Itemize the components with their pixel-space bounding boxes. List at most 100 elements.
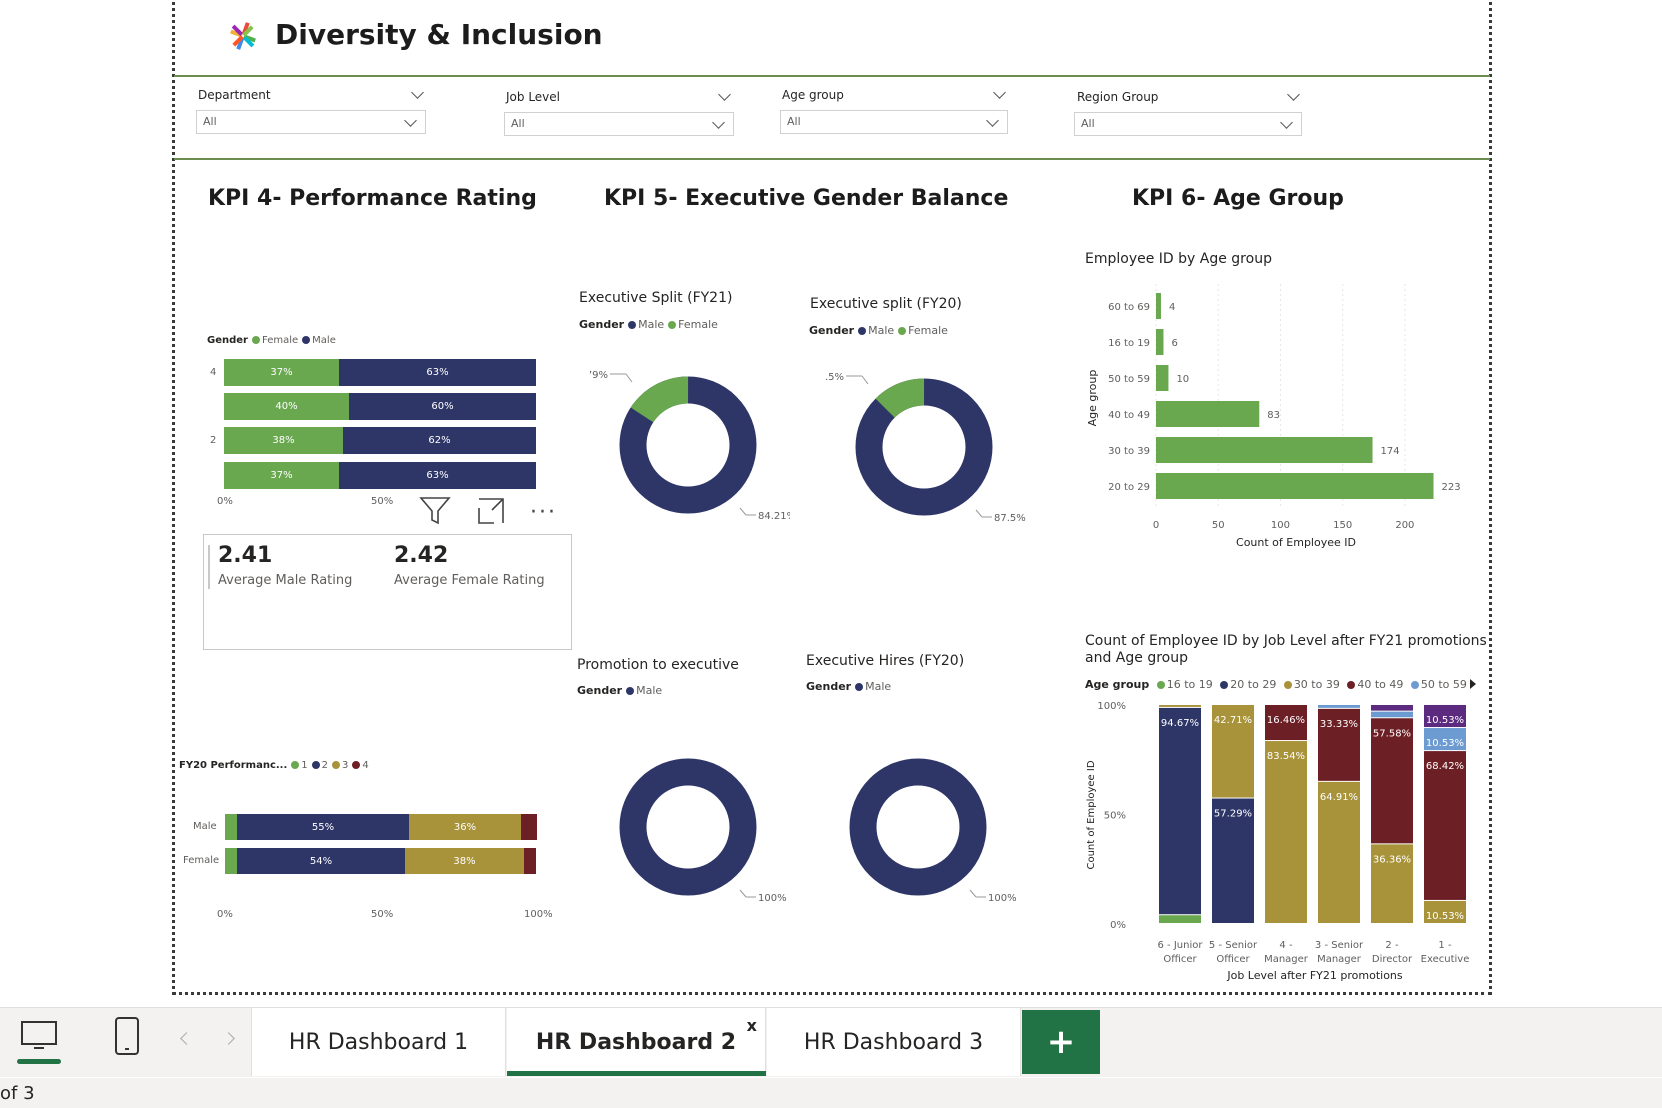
x-tick-label: Officer bbox=[1163, 954, 1197, 965]
perf-legend: FY20 Performanc... 1 2 3 4 bbox=[179, 760, 369, 771]
leader-line bbox=[739, 507, 747, 516]
rating-card: 2.41 Average Male Rating 2.42 Average Fe… bbox=[203, 534, 572, 650]
tab-hr-dashboard-3[interactable]: HR Dashboard 3 bbox=[767, 1008, 1021, 1076]
value-label: 6 bbox=[1171, 338, 1177, 349]
kpi6-title: KPI 6- Age Group bbox=[1132, 186, 1344, 211]
donut-chart: 100% bbox=[849, 758, 1017, 904]
segment-label: 64.91% bbox=[1320, 792, 1358, 803]
male-segment: 63% bbox=[339, 359, 536, 386]
slicer-label: Job Level bbox=[506, 90, 560, 104]
legend-next-icon[interactable] bbox=[1470, 679, 1476, 689]
slicer-value: All bbox=[1081, 117, 1095, 130]
x-tick-label: Officer bbox=[1216, 954, 1250, 965]
legend-item: 30 to 39 bbox=[1293, 678, 1340, 691]
legend-dot bbox=[858, 327, 867, 335]
y-tick-label: 60 to 69 bbox=[1108, 302, 1150, 313]
chart-legend: Gender Male bbox=[577, 684, 662, 697]
legend-item: Male bbox=[865, 680, 892, 693]
add-page-button[interactable]: + bbox=[1022, 1010, 1100, 1074]
filter-icon[interactable] bbox=[418, 494, 452, 528]
more-options-icon[interactable]: ··· bbox=[530, 500, 564, 525]
legend-dot bbox=[1220, 681, 1229, 689]
legend-title: Age group bbox=[1085, 678, 1150, 691]
tab-label: HR Dashboard 2 bbox=[535, 1029, 737, 1055]
value-label: 174 bbox=[1381, 446, 1400, 457]
chart-title: Count of Employee ID by Job Level after … bbox=[1085, 633, 1487, 649]
value-label: 4 bbox=[1169, 302, 1175, 313]
plus-icon: + bbox=[1046, 1022, 1076, 1062]
row-label: 2 bbox=[210, 435, 217, 446]
slicer-divider bbox=[174, 158, 1490, 160]
chevron-down-icon bbox=[1280, 116, 1293, 129]
legend-item: Female bbox=[678, 318, 718, 331]
legend-dot bbox=[1283, 681, 1292, 689]
legend-item: Female bbox=[908, 324, 948, 337]
slicer-dropdown[interactable]: All bbox=[196, 110, 426, 134]
axis-tick: 0% bbox=[217, 496, 233, 507]
legend-dot bbox=[302, 336, 311, 344]
legend-title: Gender bbox=[806, 680, 852, 693]
donut-chart: 12.5% 87.5% bbox=[826, 372, 1026, 524]
axis-tick: 50% bbox=[371, 496, 394, 507]
legend-item: 4 bbox=[362, 760, 369, 771]
slicer-dropdown[interactable]: All bbox=[780, 110, 1008, 134]
stack-legend: Age group 16 to 19 20 to 29 30 to 39 40 … bbox=[1085, 678, 1467, 691]
close-icon[interactable]: x bbox=[747, 1016, 757, 1035]
legend-item: 2 bbox=[321, 760, 329, 771]
slicer-value: All bbox=[203, 115, 217, 128]
axis-tick: 100% bbox=[524, 909, 553, 920]
legend-dot bbox=[668, 321, 677, 329]
y-tick-label: 40 to 49 bbox=[1108, 410, 1150, 421]
legend-dot bbox=[628, 321, 637, 329]
x-tick-label: Manager bbox=[1264, 954, 1309, 965]
male-segment: 62% bbox=[343, 427, 536, 454]
x-tick-label: Director bbox=[1372, 954, 1413, 965]
data-label: 84.21% bbox=[758, 511, 790, 522]
female-rating-value: 2.42 bbox=[394, 543, 449, 568]
chart-title: and Age group bbox=[1085, 650, 1188, 666]
perf-segment bbox=[225, 848, 237, 874]
tab-hr-dashboard-2[interactable]: HR Dashboard 2 x bbox=[507, 1008, 766, 1076]
perf-segment: 54% bbox=[237, 848, 405, 874]
data-label: 12.5% bbox=[826, 372, 844, 383]
gender-bar: 37% 63% bbox=[224, 462, 536, 489]
value-label: 83 bbox=[1267, 410, 1280, 421]
report-canvas: Diversity & Inclusion Department All Job… bbox=[0, 0, 1662, 1108]
y-tick-label: 100% bbox=[1097, 701, 1126, 712]
y-tick-label: 16 to 19 bbox=[1108, 338, 1150, 349]
female-rating-label: Average Female Rating bbox=[394, 573, 545, 588]
segment-label: 68.42% bbox=[1426, 761, 1464, 772]
legend-dot bbox=[1156, 681, 1165, 689]
mobile-icon[interactable] bbox=[112, 1014, 142, 1062]
desktop-icon[interactable] bbox=[14, 1014, 64, 1066]
stacked-column-chart: 100% 50% 0% 94.67% 6 - Junior Officer 57.29% 42… bbox=[1086, 701, 1469, 982]
x-tick-label: 50 bbox=[1212, 520, 1225, 531]
slicer-dropdown[interactable]: All bbox=[504, 112, 734, 136]
male-segment: 63% bbox=[339, 462, 536, 489]
chart-title: Executive split (FY20) bbox=[810, 296, 962, 312]
tab-label: HR Dashboard 3 bbox=[803, 1029, 984, 1055]
legend-dot bbox=[1347, 681, 1356, 689]
legend-item: Male bbox=[868, 324, 895, 337]
y-tick-label: 50 to 59 bbox=[1108, 374, 1150, 385]
segment-label: 42.71% bbox=[1214, 715, 1252, 726]
slicer-dropdown[interactable]: All bbox=[1074, 112, 1302, 136]
focus-mode-icon[interactable] bbox=[476, 496, 506, 526]
segment-label: 57.29% bbox=[1214, 809, 1252, 820]
tab-hr-dashboard-1[interactable]: HR Dashboard 1 bbox=[251, 1008, 506, 1076]
axis-tick: 0% bbox=[217, 909, 233, 920]
kpi5-title: KPI 5- Executive Gender Balance bbox=[604, 186, 1009, 211]
page-count: of 3 bbox=[0, 1083, 35, 1104]
female-segment: 37% bbox=[224, 462, 339, 489]
chart-title: Promotion to executive bbox=[577, 657, 739, 673]
chart-title: Employee ID by Age group bbox=[1085, 251, 1272, 267]
female-segment: 38% bbox=[224, 427, 343, 454]
legend-title: Gender bbox=[579, 318, 625, 331]
page-title: Diversity & Inclusion bbox=[275, 18, 603, 51]
segment-label: 83.54% bbox=[1267, 751, 1305, 762]
chevron-down-icon bbox=[404, 114, 417, 127]
male-rating-value: 2.41 bbox=[218, 543, 273, 568]
x-tick-label: 200 bbox=[1395, 520, 1414, 531]
header-divider bbox=[174, 75, 1490, 77]
legend-title: Gender bbox=[577, 684, 623, 697]
